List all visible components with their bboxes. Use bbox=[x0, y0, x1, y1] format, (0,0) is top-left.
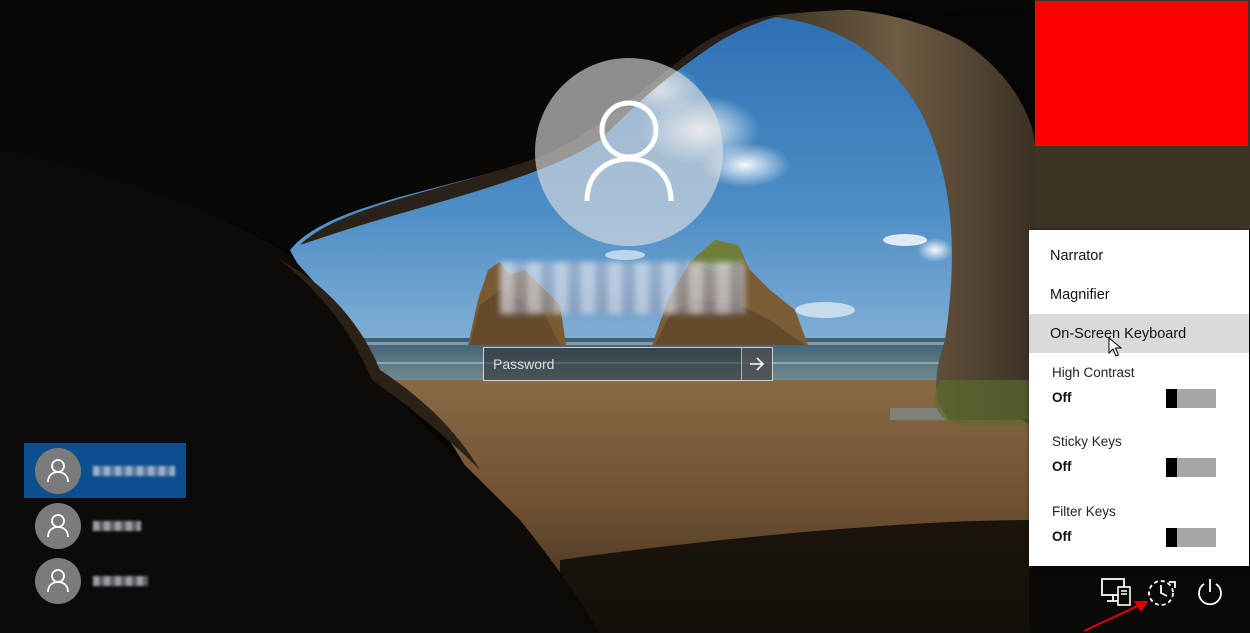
annotation-arrow-icon bbox=[1083, 601, 1148, 632]
user-list-item[interactable] bbox=[24, 553, 186, 608]
user-name-redacted bbox=[93, 520, 141, 531]
menu-item-narrator[interactable]: Narrator bbox=[1029, 236, 1249, 275]
menu-item-on-screen-keyboard[interactable]: On-Screen Keyboard bbox=[1029, 314, 1249, 353]
toggle-label: Filter Keys bbox=[1052, 504, 1116, 519]
toggle-knob bbox=[1166, 458, 1177, 477]
person-icon bbox=[47, 513, 69, 537]
mouse-cursor-icon bbox=[1108, 337, 1122, 357]
menu-item-label: Narrator bbox=[1050, 247, 1104, 264]
power-icon bbox=[1198, 579, 1222, 606]
user-avatar bbox=[35, 557, 81, 604]
toggle-high-contrast: High Contrast Off bbox=[1029, 365, 1249, 431]
toggle-sticky-keys: Sticky Keys Off bbox=[1029, 434, 1249, 500]
toggle-state: Off bbox=[1052, 529, 1072, 544]
person-icon bbox=[47, 568, 69, 592]
user-avatar bbox=[35, 447, 81, 494]
power-button[interactable] bbox=[1192, 574, 1228, 610]
menu-item-label: Magnifier bbox=[1050, 286, 1110, 303]
sticky-keys-switch[interactable] bbox=[1166, 458, 1216, 477]
toggle-knob bbox=[1166, 528, 1177, 547]
lock-screen: Narrator Magnifier On-Screen Keyboard Hi… bbox=[0, 0, 1250, 633]
user-list-item[interactable] bbox=[24, 498, 186, 553]
user-list-item[interactable] bbox=[24, 443, 186, 498]
toggle-state: Off bbox=[1052, 459, 1072, 474]
toggle-label: Sticky Keys bbox=[1052, 434, 1122, 449]
filter-keys-switch[interactable] bbox=[1166, 528, 1216, 547]
password-field bbox=[483, 347, 773, 381]
high-contrast-switch[interactable] bbox=[1166, 389, 1216, 408]
toggle-label: High Contrast bbox=[1052, 365, 1135, 380]
user-avatar bbox=[35, 502, 81, 549]
user-name-redacted bbox=[93, 575, 148, 586]
user-avatar-large bbox=[535, 58, 723, 246]
username-redacted bbox=[500, 262, 745, 314]
redaction-box bbox=[1035, 1, 1248, 146]
person-icon bbox=[47, 458, 69, 482]
menu-item-magnifier[interactable]: Magnifier bbox=[1029, 275, 1249, 314]
toggle-filter-keys: Filter Keys Off bbox=[1029, 504, 1249, 570]
submit-button[interactable] bbox=[741, 348, 772, 380]
person-icon bbox=[584, 100, 674, 202]
toggle-state: Off bbox=[1052, 390, 1072, 405]
user-name-redacted bbox=[93, 465, 175, 476]
toggle-knob bbox=[1166, 389, 1177, 408]
password-input[interactable] bbox=[484, 348, 741, 380]
ease-of-access-menu: Narrator Magnifier On-Screen Keyboard Hi… bbox=[1029, 230, 1249, 566]
arrow-right-icon bbox=[750, 357, 765, 371]
